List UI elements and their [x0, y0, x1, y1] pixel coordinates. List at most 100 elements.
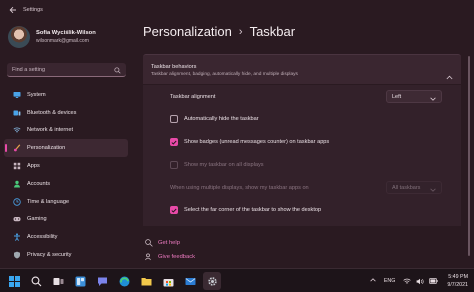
battery-icon[interactable]: [429, 278, 438, 284]
chevron-up-icon[interactable]: [370, 278, 376, 284]
window-title: Settings: [23, 7, 43, 13]
profile-email: wilsonmark@gmail.com: [36, 38, 89, 44]
language-indicator[interactable]: ENG: [384, 278, 395, 284]
sidebar-item-time-language[interactable]: Time & language: [4, 193, 128, 211]
auto-hide-checkbox[interactable]: [170, 115, 178, 123]
dropdown-value: Left: [392, 93, 402, 100]
search-icon[interactable]: [114, 61, 121, 79]
sidebar-item-system[interactable]: System: [4, 86, 128, 104]
chevron-down-icon: [430, 88, 436, 106]
file-explorer-icon[interactable]: [137, 272, 155, 290]
sidebar-item-network[interactable]: Network & internet: [4, 122, 128, 140]
search-input[interactable]: Find a setting: [7, 63, 126, 77]
all-displays-row: Show my taskbar on all displays: [143, 159, 461, 171]
taskbar-alignment-dropdown[interactable]: Left: [386, 90, 442, 103]
taskbar-alignment-label: Taskbar alignment: [170, 94, 216, 100]
gamepad-icon: [13, 215, 21, 223]
section-subtitle: Taskbar alignment, badging, automaticall…: [151, 72, 298, 77]
wifi-icon[interactable]: [403, 278, 412, 285]
bluetooth-icon: [13, 109, 21, 117]
sidebar-item-label: Accounts: [27, 180, 51, 187]
chat-icon[interactable]: [93, 272, 111, 290]
help-links: Get help Give feedback: [145, 236, 195, 264]
store-icon[interactable]: [159, 272, 177, 290]
badges-row[interactable]: Show badges (unread messages counter) on…: [143, 136, 461, 148]
far-corner-checkbox[interactable]: [170, 206, 178, 214]
taskbar: ENG 5:49 PM 9/7/2021: [0, 268, 474, 292]
mail-icon[interactable]: [181, 272, 199, 290]
badges-label: Show badges (unread messages counter) on…: [184, 139, 330, 145]
sidebar-item-apps[interactable]: Apps: [4, 157, 128, 175]
sidebar-item-label: Accessibility: [27, 234, 58, 241]
sidebar-item-label: Apps: [27, 163, 40, 170]
settings-icon[interactable]: [203, 272, 221, 290]
sidebar-item-accounts[interactable]: Accounts: [4, 175, 128, 193]
taskbar-alignment-row: Taskbar alignment Left: [143, 90, 461, 104]
feedback-icon: [145, 248, 153, 266]
badges-checkbox[interactable]: [170, 138, 178, 146]
all-displays-checkbox: [170, 161, 178, 169]
sidebar-item-privacy-security[interactable]: Privacy & security: [4, 246, 128, 264]
task-view-icon[interactable]: [49, 272, 67, 290]
chevron-up-icon[interactable]: [446, 67, 453, 85]
breadcrumb: Personalization › Taskbar: [143, 24, 295, 39]
sidebar-item-label: Bluetooth & devices: [27, 109, 77, 116]
settings-window: Settings Sofia Wyciślik-Wilson wilsonmar…: [0, 0, 474, 268]
taskbar-apps: [5, 272, 225, 290]
all-displays-label: Show my taskbar on all displays: [184, 162, 264, 168]
sidebar-item-label: Time & language: [27, 198, 70, 205]
sidebar-item-label: Gaming: [27, 216, 47, 223]
sidebar-item-label: Network & internet: [27, 127, 74, 134]
give-feedback-link[interactable]: Give feedback: [145, 250, 195, 264]
sidebar: Sofia Wyciślik-Wilson wilsonmark@gmail.c…: [0, 20, 132, 268]
sidebar-item-bluetooth[interactable]: Bluetooth & devices: [4, 104, 128, 122]
sidebar-item-gaming[interactable]: Gaming: [4, 211, 128, 229]
sidebar-nav: System Bluetooth & devices Network & int…: [4, 86, 128, 264]
taskbar-behaviors-section: Taskbar behaviors Taskbar alignment, bad…: [143, 54, 461, 226]
volume-icon[interactable]: [416, 278, 424, 285]
auto-hide-row[interactable]: Automatically hide the taskbar: [143, 113, 461, 125]
auto-hide-label: Automatically hide the taskbar: [184, 116, 259, 122]
clock-time: 5:49 PM: [448, 274, 468, 280]
system-tray: ENG 5:49 PM 9/7/2021: [370, 269, 468, 292]
chevron-down-icon: [430, 179, 436, 197]
multi-display-row: When using multiple displays, show my ta…: [143, 181, 461, 195]
clock-globe-icon: [13, 197, 21, 206]
shield-icon: [13, 251, 21, 259]
give-feedback-text[interactable]: Give feedback: [158, 254, 195, 260]
search-icon[interactable]: [27, 272, 45, 290]
checkmark-icon: [171, 208, 177, 213]
clock-date: 9/7/2021: [447, 282, 468, 288]
breadcrumb-separator: ›: [238, 25, 243, 38]
accessibility-icon: [13, 233, 21, 242]
back-arrow-icon[interactable]: [9, 6, 18, 15]
sidebar-item-personalization[interactable]: Personalization: [4, 139, 128, 158]
section-body: Taskbar alignment Left Automatically hid…: [143, 85, 461, 226]
dropdown-value: All taskbars: [392, 184, 421, 191]
multi-display-label: When using multiple displays, show my ta…: [170, 185, 309, 191]
sidebar-item-label: Personalization: [27, 145, 66, 152]
far-corner-row[interactable]: Select the far corner of the taskbar to …: [143, 204, 461, 216]
scrollbar[interactable]: [468, 56, 470, 256]
edge-icon[interactable]: [115, 272, 133, 290]
multi-display-dropdown: All taskbars: [386, 181, 442, 194]
profile-name: Sofia Wyciślik-Wilson: [36, 30, 96, 36]
breadcrumb-parent[interactable]: Personalization: [143, 24, 232, 39]
sidebar-item-accessibility[interactable]: Accessibility: [4, 228, 128, 246]
windows-start-icon[interactable]: [5, 272, 23, 290]
checkmark-icon: [171, 140, 177, 145]
user-profile[interactable]: Sofia Wyciślik-Wilson wilsonmark@gmail.c…: [8, 26, 96, 48]
section-header[interactable]: Taskbar behaviors Taskbar alignment, bad…: [143, 54, 461, 84]
sidebar-item-label: Privacy & security: [27, 252, 72, 259]
widgets-icon[interactable]: [71, 272, 89, 290]
clock[interactable]: 5:49 PM 9/7/2021: [447, 273, 468, 289]
apps-icon: [13, 162, 21, 170]
get-help-text[interactable]: Get help: [158, 240, 180, 246]
title-bar: Settings: [0, 0, 474, 20]
page-title: Taskbar: [249, 24, 296, 39]
section-title: Taskbar behaviors: [151, 64, 197, 70]
person-icon: [13, 180, 21, 188]
avatar: [8, 26, 30, 48]
far-corner-label: Select the far corner of the taskbar to …: [184, 207, 322, 213]
search-placeholder: Find a setting: [12, 66, 46, 73]
